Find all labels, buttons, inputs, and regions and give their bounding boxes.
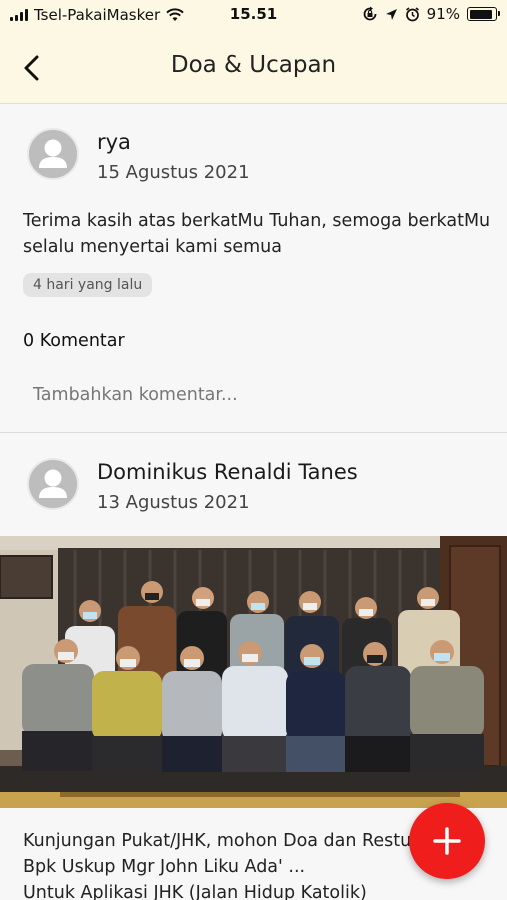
post-photo[interactable] <box>0 536 507 808</box>
location-icon <box>385 8 397 20</box>
avatar[interactable] <box>27 128 79 180</box>
post-author: rya <box>97 130 131 154</box>
comment-count[interactable]: 0 Komentar <box>23 331 125 351</box>
add-post-button[interactable] <box>409 803 485 879</box>
post-author: Dominikus Renaldi Tanes <box>97 460 358 484</box>
post-text-line: Untuk Aplikasi JHK (Jalan Hidup Katolik) <box>23 883 367 900</box>
post-text: Terima kasih atas berkatMu Tuhan, semoga… <box>23 211 491 257</box>
alarm-icon <box>405 6 419 21</box>
plus-icon <box>433 827 461 855</box>
status-bar: Tsel-PakaiMasker 15.51 91% <box>0 0 507 30</box>
post-date: 13 Agustus 2021 <box>97 492 250 513</box>
group-photo-image <box>0 536 507 808</box>
battery-level <box>469 9 493 19</box>
page-title: Doa & Ucapan <box>170 52 337 78</box>
avatar[interactable] <box>27 458 79 510</box>
app-header: Doa & Ucapan <box>0 30 507 104</box>
time-ago-badge: 4 hari yang lalu <box>23 273 153 297</box>
user-avatar-icon <box>29 130 77 178</box>
post-date: 15 Agustus 2021 <box>97 162 250 183</box>
post-card: rya 15 Agustus 2021 Terima kasih atas be… <box>0 105 507 433</box>
screen-lock-icon <box>363 6 377 21</box>
battery-percent: 91% <box>426 5 460 23</box>
battery-icon <box>467 7 500 21</box>
status-right: 91% <box>362 5 500 23</box>
user-avatar-icon <box>29 460 77 508</box>
comment-input[interactable] <box>23 375 483 415</box>
